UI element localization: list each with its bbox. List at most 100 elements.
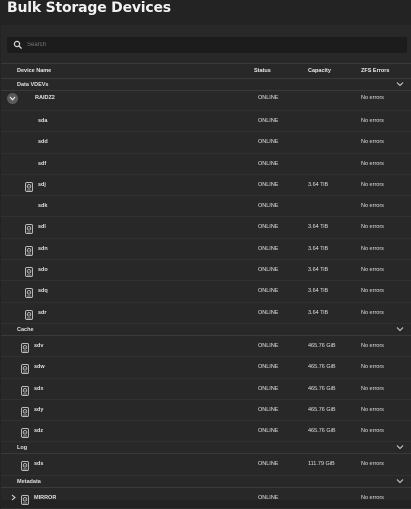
device-capacity: 3.64 TiB	[308, 224, 329, 231]
device-status: ONLINE	[258, 288, 279, 295]
device-status: ONLINE	[258, 428, 279, 435]
device-name: sdw	[34, 364, 45, 371]
device-status: ONLINE	[258, 364, 279, 371]
table-row[interactable]: sdo ONLINE 3.64 TiB No errors	[1, 260, 411, 282]
header-status[interactable]: Status	[254, 68, 271, 74]
device-status: ONLINE	[258, 139, 279, 146]
chevron-down-icon	[9, 96, 16, 101]
device-name: sda	[38, 118, 48, 124]
header-device-name[interactable]: Device Name	[17, 68, 51, 74]
collapse-button[interactable]	[7, 93, 18, 104]
hard-drive-icon	[21, 461, 29, 472]
device-status: ONLINE	[258, 224, 279, 231]
device-name: sdo	[38, 267, 48, 274]
device-name: sdn	[38, 245, 48, 252]
device-errors: No errors	[361, 160, 384, 167]
chevron-down-icon[interactable]	[396, 444, 404, 450]
chevron-down-icon[interactable]	[396, 326, 404, 332]
hard-drive-icon	[25, 288, 33, 299]
device-status: ONLINE	[258, 342, 279, 349]
device-capacity: 3.64 TiB	[308, 267, 329, 274]
device-errors: No errors	[361, 288, 384, 295]
table-row[interactable]: sds ONLINE 111.79 GiB No errors	[1, 454, 411, 476]
device-errors: No errors	[361, 267, 384, 274]
storage-panel: Device Name Status Capacity ZFS Errors D…	[1, 25, 411, 509]
device-name: sdj	[38, 181, 46, 188]
group-label: Cache	[17, 326, 34, 333]
device-errors: No errors	[361, 342, 384, 349]
device-name: sdl	[38, 224, 46, 231]
table-row[interactable]: sdd ONLINE No errors	[1, 132, 411, 154]
table-row[interactable]: sda ONLINE No errors	[1, 111, 411, 133]
table-row[interactable]: sdx ONLINE 465.76 GiB No errors	[1, 379, 411, 400]
table-row[interactable]: sdr ONLINE 3.64 TiB No errors	[1, 303, 411, 324]
table-row[interactable]: sdy ONLINE 465.76 GiB No errors	[1, 400, 411, 422]
device-capacity: 465.76 GiB	[308, 364, 336, 371]
group-metadata[interactable]: Metadata	[1, 476, 411, 488]
device-name: sdz	[34, 428, 44, 435]
device-status: ONLINE	[258, 203, 279, 210]
device-errors: No errors	[361, 406, 384, 413]
table-row[interactable]: sdv ONLINE 465.76 GiB No errors	[1, 336, 411, 358]
device-capacity: 3.64 TiB	[308, 288, 329, 295]
table-row[interactable]: sdj ONLINE 3.64 TiB No errors	[1, 175, 411, 197]
group-label: Data VDEVs	[17, 82, 49, 88]
device-capacity: 3.64 TiB	[308, 245, 329, 252]
hard-drive-icon	[25, 267, 33, 277]
table-header: Device Name Status Capacity ZFS Errors	[1, 63, 411, 79]
device-errors: No errors	[361, 118, 384, 124]
hard-drive-icon	[25, 182, 33, 192]
table-row[interactable]: sdq ONLINE 3.64 TiB No errors	[1, 281, 411, 303]
devices-table: Device Name Status Capacity ZFS Errors D…	[1, 63, 411, 509]
group-data-vdevs[interactable]: Data VDEVs	[1, 79, 411, 91]
device-name: sdk	[38, 203, 48, 210]
device-errors: No errors	[361, 385, 384, 392]
device-capacity: 465.76 GiB	[308, 342, 336, 349]
device-name: RAIDZ2	[35, 95, 55, 101]
device-name: sds	[34, 461, 44, 468]
device-status: ONLINE	[258, 181, 279, 188]
search-icon	[13, 40, 23, 50]
device-capacity: 465.76 GiB	[308, 385, 336, 392]
device-name: sdd	[38, 139, 48, 146]
group-cache[interactable]: Cache	[1, 324, 411, 336]
group-log[interactable]: Log	[1, 442, 411, 455]
table-row-raidz2[interactable]: RAIDZ2 ONLINE No errors	[1, 91, 411, 111]
group-label: Log	[17, 445, 28, 452]
device-errors: No errors	[361, 245, 384, 252]
header-zfs-errors[interactable]: ZFS Errors	[361, 68, 389, 74]
device-name: sdq	[38, 288, 48, 295]
hard-drive-icon	[21, 364, 29, 375]
device-errors: No errors	[361, 309, 384, 316]
table-row[interactable]: sdk ONLINE No errors	[1, 196, 411, 218]
page-title: Bulk Storage Devices	[7, 0, 171, 16]
device-errors: No errors	[361, 364, 384, 371]
device-status: ONLINE	[258, 118, 279, 124]
chevron-down-icon[interactable]	[396, 478, 404, 484]
device-status: ONLINE	[258, 461, 279, 468]
device-status: ONLINE	[258, 406, 279, 413]
device-capacity: 3.64 TiB	[308, 309, 329, 316]
header-capacity[interactable]: Capacity	[308, 68, 331, 74]
table-row[interactable]: sdw ONLINE 465.76 GiB No errors	[1, 357, 411, 379]
device-name: sdy	[34, 406, 44, 413]
table-row[interactable]: MIRROR ONLINE No errors	[1, 488, 411, 509]
device-status: ONLINE	[258, 245, 279, 252]
device-errors: No errors	[361, 181, 384, 188]
device-name: sdx	[34, 385, 44, 392]
device-errors: No errors	[361, 461, 384, 468]
device-errors: No errors	[361, 139, 384, 146]
table-row[interactable]: sdl ONLINE 3.64 TiB No errors	[1, 217, 411, 239]
chevron-down-icon[interactable]	[396, 81, 404, 87]
table-row[interactable]: sdn ONLINE 3.64 TiB No errors	[1, 239, 411, 261]
hard-drive-icon	[21, 385, 29, 396]
search-input[interactable]	[27, 37, 397, 53]
hard-drive-icon	[25, 309, 33, 320]
device-status: ONLINE	[258, 95, 279, 101]
hard-drive-icon	[25, 245, 33, 256]
device-capacity: 465.76 GiB	[308, 428, 336, 435]
table-row[interactable]: sdf ONLINE No errors	[1, 154, 411, 175]
search-box[interactable]	[7, 37, 407, 53]
table-row[interactable]: sdz ONLINE 465.76 GiB No errors	[1, 421, 411, 443]
device-errors: No errors	[361, 428, 384, 435]
